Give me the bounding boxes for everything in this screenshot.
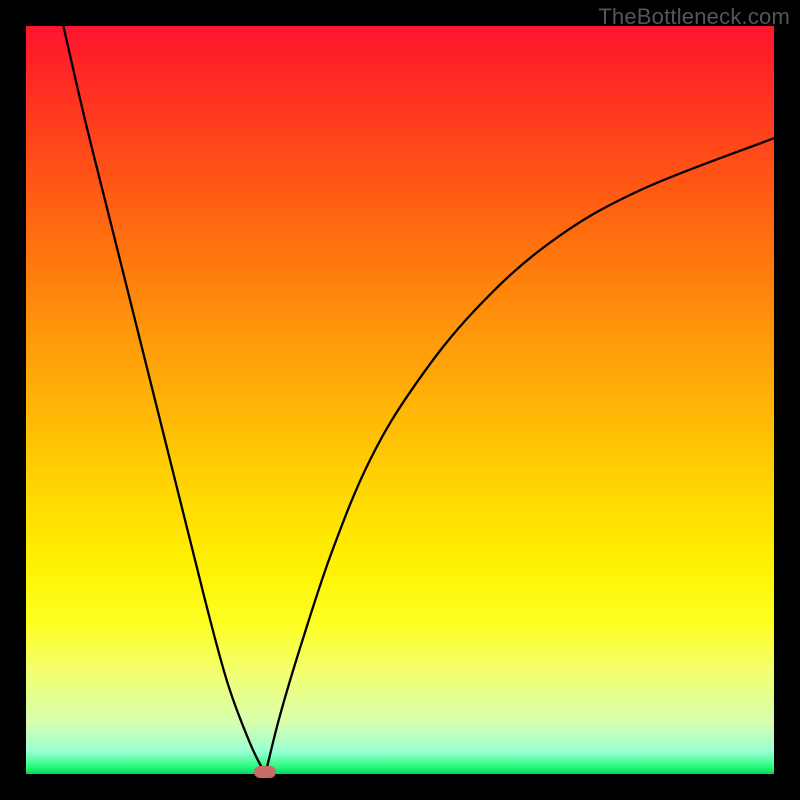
- plot-area: [26, 26, 774, 774]
- minimum-marker: [254, 766, 276, 778]
- curve-right-branch: [265, 138, 774, 774]
- bottleneck-curve: [26, 26, 774, 774]
- chart-container: TheBottleneck.com: [0, 0, 800, 800]
- watermark-text: TheBottleneck.com: [598, 4, 790, 30]
- curve-left-branch: [63, 26, 265, 774]
